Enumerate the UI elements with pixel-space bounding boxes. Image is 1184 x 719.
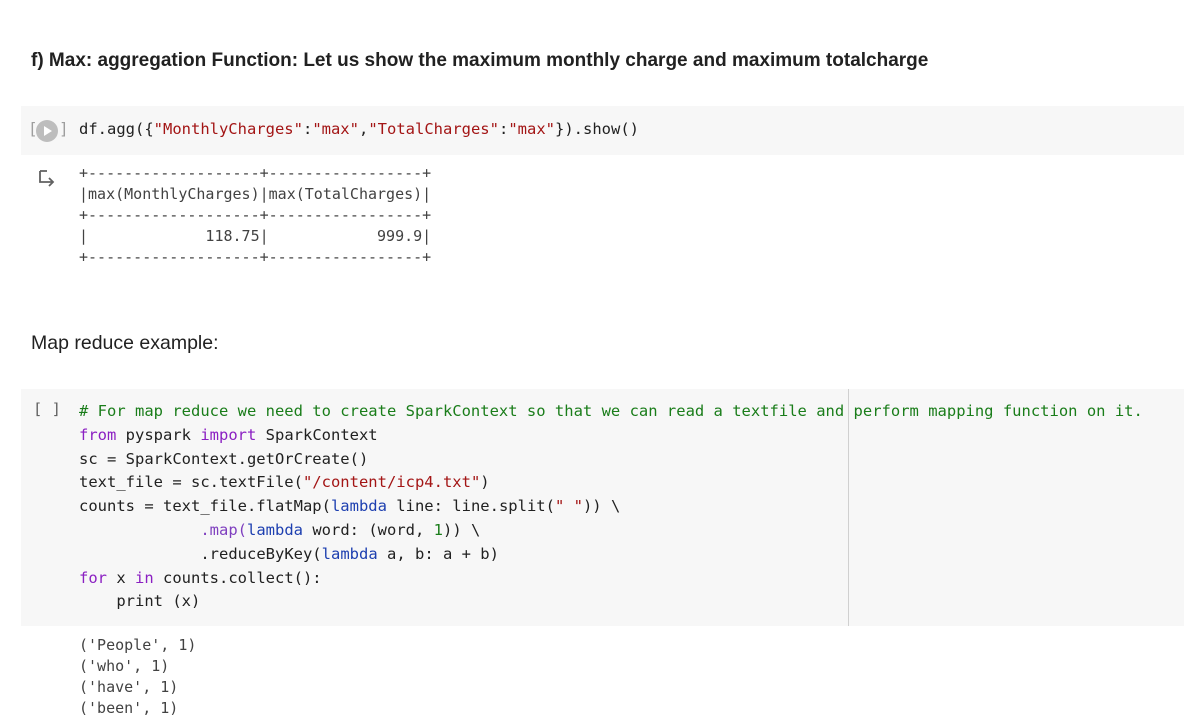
text-cell-heading: Map reduce example: [31,332,219,354]
code-line: sc = SparkContext.getOrCreate() [79,449,369,468]
code-method: .map( [200,520,247,539]
code-string: "max" [312,120,359,138]
code-string: " " [554,497,583,516]
code-string: "TotalCharges" [368,120,499,138]
code-string: "/content/icp4.txt" [302,473,481,492]
code-token: )) \ [443,520,481,539]
code-token: counts.collect(): [153,568,322,587]
output-line: ('been', 1) [79,699,179,717]
code-token: .reduceByKey( [200,544,322,563]
code-keyword: import [200,425,257,444]
code-keyword: lambda [247,520,303,539]
code-token: x [107,568,135,587]
code-comment: # For map reduce we need to create Spark… [79,402,1143,420]
code-token: : [498,120,509,138]
code-keyword: for [79,568,107,587]
code-token: pyspark [116,425,201,444]
output-line: ('who', 1) [79,657,170,675]
code-token: SparkContext [256,425,378,444]
section-heading: f) Max: aggregation Function: Let us sho… [31,50,929,71]
execution-prompt[interactable]: [ ] [33,400,61,418]
code-keyword: in [135,568,154,587]
run-cell-button[interactable] [36,120,58,142]
code-editor-mapreduce[interactable]: # For map reduce we need to create Spark… [79,400,1143,614]
code-line: print (x) [79,592,201,611]
table-border: +-------------------+-----------------+ [79,206,432,224]
table-row: | 118.75| 999.9| [79,227,432,245]
output-line: ('People', 1) [79,636,197,654]
table-border: +-------------------+-----------------+ [79,248,432,266]
code-token: line: line.split( [386,497,555,516]
output-arrow-icon[interactable] [37,168,57,188]
code-token: counts = text_file.flatMap( [79,497,331,516]
code-token: a, b: a + b) [377,544,499,563]
code-string: "max" [508,120,555,138]
code-token: df.agg({ [79,120,154,138]
output-mapreduce: ('People', 1) ('who', 1) ('have', 1) ('b… [79,635,196,719]
execution-bracket-right: ] [59,119,69,138]
code-editor-agg[interactable]: df.agg({"MonthlyCharges":"max","TotalCha… [79,118,639,142]
code-token: , [358,120,369,138]
code-keyword: lambda [330,497,387,516]
code-string: "MonthlyCharges" [153,120,303,138]
code-token: }).show() [555,120,639,138]
code-token: )) \ [582,497,621,516]
code-token: word: (word, [303,520,434,539]
table-header: |max(MonthlyCharges)|max(TotalCharges)| [79,185,432,203]
code-token: ) [480,473,490,492]
code-token: text_file = sc.textFile( [79,473,303,492]
output-line: ('have', 1) [79,678,179,696]
code-token: : [302,120,313,138]
code-number: 1 [433,520,443,539]
table-border: +-------------------+-----------------+ [79,164,432,182]
output-table-agg: +-------------------+-----------------+ … [79,163,431,268]
code-keyword: from [79,425,117,444]
code-keyword: lambda [321,544,378,563]
